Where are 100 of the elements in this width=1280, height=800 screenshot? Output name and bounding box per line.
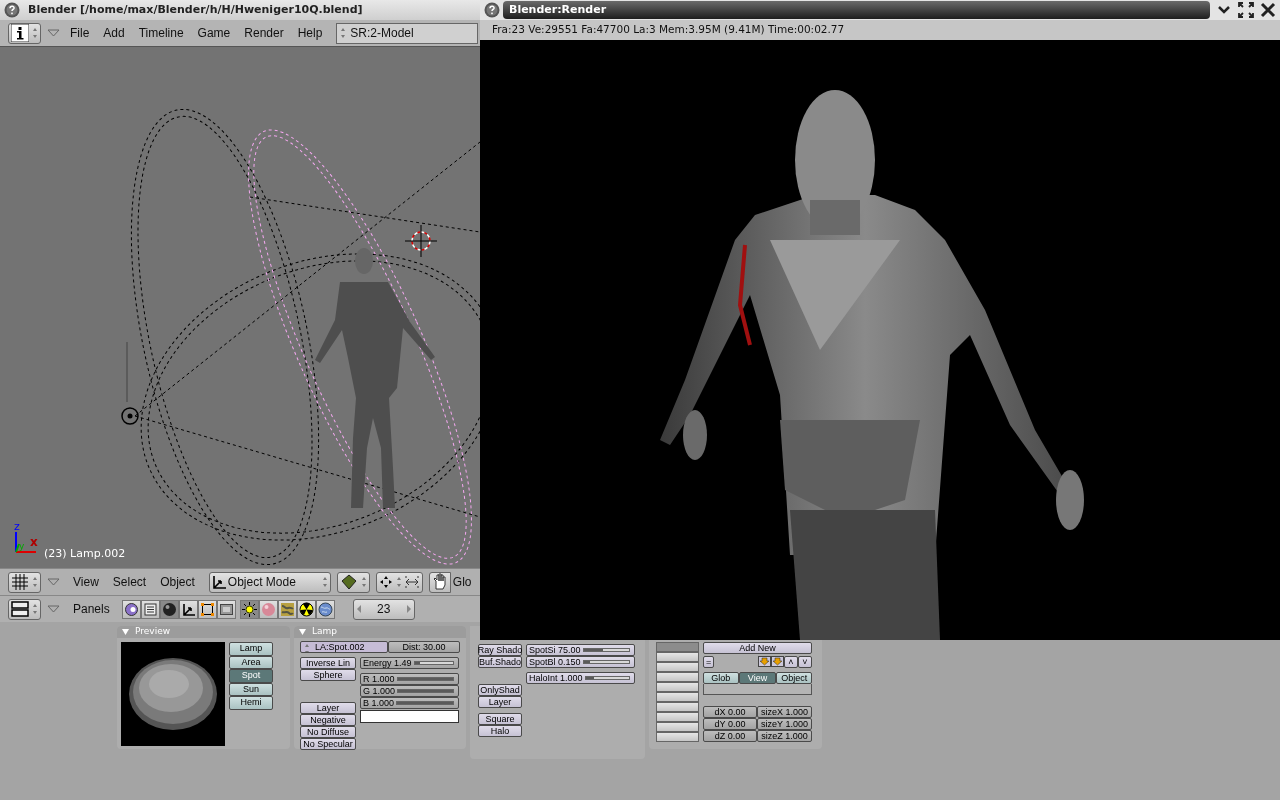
context-tab[interactable] — [216, 599, 236, 619]
help-icon[interactable] — [484, 2, 500, 18]
lamp-type-button[interactable]: Spot — [229, 669, 273, 683]
arrow-button[interactable]: ˄ — [784, 656, 798, 668]
toggle-button[interactable]: OnlyShad — [478, 684, 522, 696]
menu-item[interactable]: Select — [112, 573, 147, 591]
coordinate-tab[interactable]: Glob — [703, 672, 739, 684]
color-swatch[interactable] — [360, 710, 459, 723]
panels-label: Panels — [73, 601, 110, 618]
toggle-button[interactable]: Layer — [300, 702, 356, 714]
lamp-icon — [121, 341, 139, 425]
sun-icon — [241, 601, 257, 617]
offset-field[interactable]: dZ 0.00 — [703, 730, 757, 742]
texture-channel[interactable] — [656, 672, 699, 682]
slider[interactable]: B 1.000 — [360, 697, 459, 709]
coordinate-tab[interactable]: Object — [776, 672, 812, 684]
slider[interactable]: Energy 1.49 — [360, 657, 459, 669]
radiation-icon — [298, 601, 314, 617]
scene-selector[interactable]: SR:2-Model — [336, 22, 478, 44]
menu-item[interactable]: Timeline — [138, 24, 184, 42]
axis-label: x — [30, 535, 38, 549]
toggle-button[interactable]: Sphere — [300, 669, 356, 681]
hand-icon — [431, 573, 448, 591]
toggle-button[interactable]: No Diffuse — [300, 726, 356, 738]
toggle-button[interactable]: Halo — [478, 725, 522, 737]
context-tab[interactable] — [197, 599, 217, 619]
add-new-button[interactable]: Add New — [703, 642, 812, 654]
menu-item[interactable]: View — [73, 573, 99, 591]
texture-channel[interactable] — [656, 682, 699, 692]
arrow-down-icon[interactable] — [758, 656, 771, 667]
object-mode-icon — [211, 575, 226, 589]
render-stats: Fra:23 Ve:29551 Fa:47700 La:3 Mem:3.95M (9.41M) Time:00:02.77 — [492, 22, 845, 38]
axis-icon — [15, 531, 37, 553]
size-field[interactable]: sizeX 1.000 — [757, 706, 812, 718]
menu-item[interactable]: Help — [297, 24, 323, 42]
slider[interactable]: HaloInt 1.000 — [526, 672, 635, 684]
arrow-button[interactable]: ˅ — [798, 656, 812, 668]
context-tab[interactable] — [296, 599, 316, 619]
distance-field[interactable]: Dist: 30.00 — [388, 641, 460, 653]
size-field[interactable]: sizeZ 1.000 — [757, 730, 812, 742]
coordinate-tab[interactable]: View — [738, 672, 777, 684]
texture-channel[interactable] — [656, 712, 699, 722]
menu-item[interactable]: File — [70, 24, 90, 42]
document-icon — [142, 601, 158, 617]
lamp-type-button[interactable]: Hemi — [229, 696, 273, 710]
maximize-icon[interactable] — [1238, 2, 1254, 18]
editor-type-selector[interactable] — [8, 22, 41, 44]
close-icon[interactable] — [1260, 2, 1276, 18]
panel-title: Lamp — [312, 625, 337, 639]
arrow-down-icon[interactable] — [771, 656, 784, 667]
3d-cursor-icon — [404, 224, 438, 258]
context-tab[interactable] — [239, 599, 259, 619]
offset-field[interactable]: dX 0.00 — [703, 706, 757, 718]
square-icon — [199, 601, 215, 617]
collapse-icon[interactable] — [299, 629, 306, 635]
pivot-icon — [378, 574, 393, 590]
toggle-button[interactable]: Layer — [478, 696, 522, 708]
pivot-selector[interactable] — [375, 571, 423, 593]
toggle-button[interactable]: Square — [478, 713, 522, 725]
editor-type-selector[interactable] — [8, 571, 41, 593]
offset-field[interactable]: dY 0.00 — [703, 718, 757, 730]
lamp-type-button[interactable]: Lamp — [229, 642, 273, 656]
slider[interactable]: SpotBl 0.150 — [526, 656, 635, 668]
menu-item[interactable]: Render — [244, 24, 284, 42]
menu-item[interactable]: Game — [197, 24, 231, 42]
help-icon[interactable] — [4, 2, 20, 18]
toggle-button[interactable]: Negative — [300, 714, 356, 726]
texture-channel[interactable] — [656, 692, 699, 702]
toggle-button[interactable]: Buf.Shado — [478, 656, 522, 668]
context-tab[interactable] — [315, 599, 335, 619]
slider[interactable]: R 1.000 — [360, 673, 459, 685]
menu-item[interactable]: Object — [160, 573, 195, 591]
axis-label: z — [14, 520, 20, 533]
collapse-icon[interactable] — [122, 629, 129, 635]
editor-type-selector[interactable] — [8, 598, 41, 620]
frame-field[interactable]: 23 — [352, 598, 415, 620]
slider[interactable]: G 1.000 — [360, 685, 459, 697]
context-tab[interactable] — [121, 599, 141, 619]
texture-channel[interactable] — [656, 722, 699, 732]
context-tab[interactable] — [178, 599, 198, 619]
texture-channel[interactable] — [656, 702, 699, 712]
texture-channel[interactable] — [656, 652, 699, 662]
toggle-button[interactable]: No Specular — [300, 738, 356, 750]
arrow-left-icon — [355, 604, 362, 614]
texture-channel[interactable] — [656, 662, 699, 672]
falloff-dropdown[interactable]: Inverse Lin — [300, 657, 356, 669]
menu-item[interactable]: Add — [103, 24, 125, 42]
mode-dropdown[interactable]: Object Mode — [208, 571, 331, 593]
size-field[interactable]: sizeY 1.000 — [757, 718, 812, 730]
window-title: Blender:Render — [509, 1, 607, 18]
grid-icon — [11, 573, 29, 591]
context-tab[interactable] — [159, 599, 179, 619]
datablock-field[interactable]: LA:Spot.002 — [300, 641, 388, 653]
draw-type-selector[interactable] — [336, 571, 370, 593]
coordinate-label: Glo — [452, 574, 472, 591]
up-down-arrows-icon — [31, 575, 38, 589]
texture-channel[interactable] — [656, 732, 699, 742]
slider[interactable]: SpotSi 75.00 — [526, 644, 635, 656]
manipulator-button[interactable] — [428, 571, 451, 593]
link-button[interactable]: = — [703, 656, 714, 668]
